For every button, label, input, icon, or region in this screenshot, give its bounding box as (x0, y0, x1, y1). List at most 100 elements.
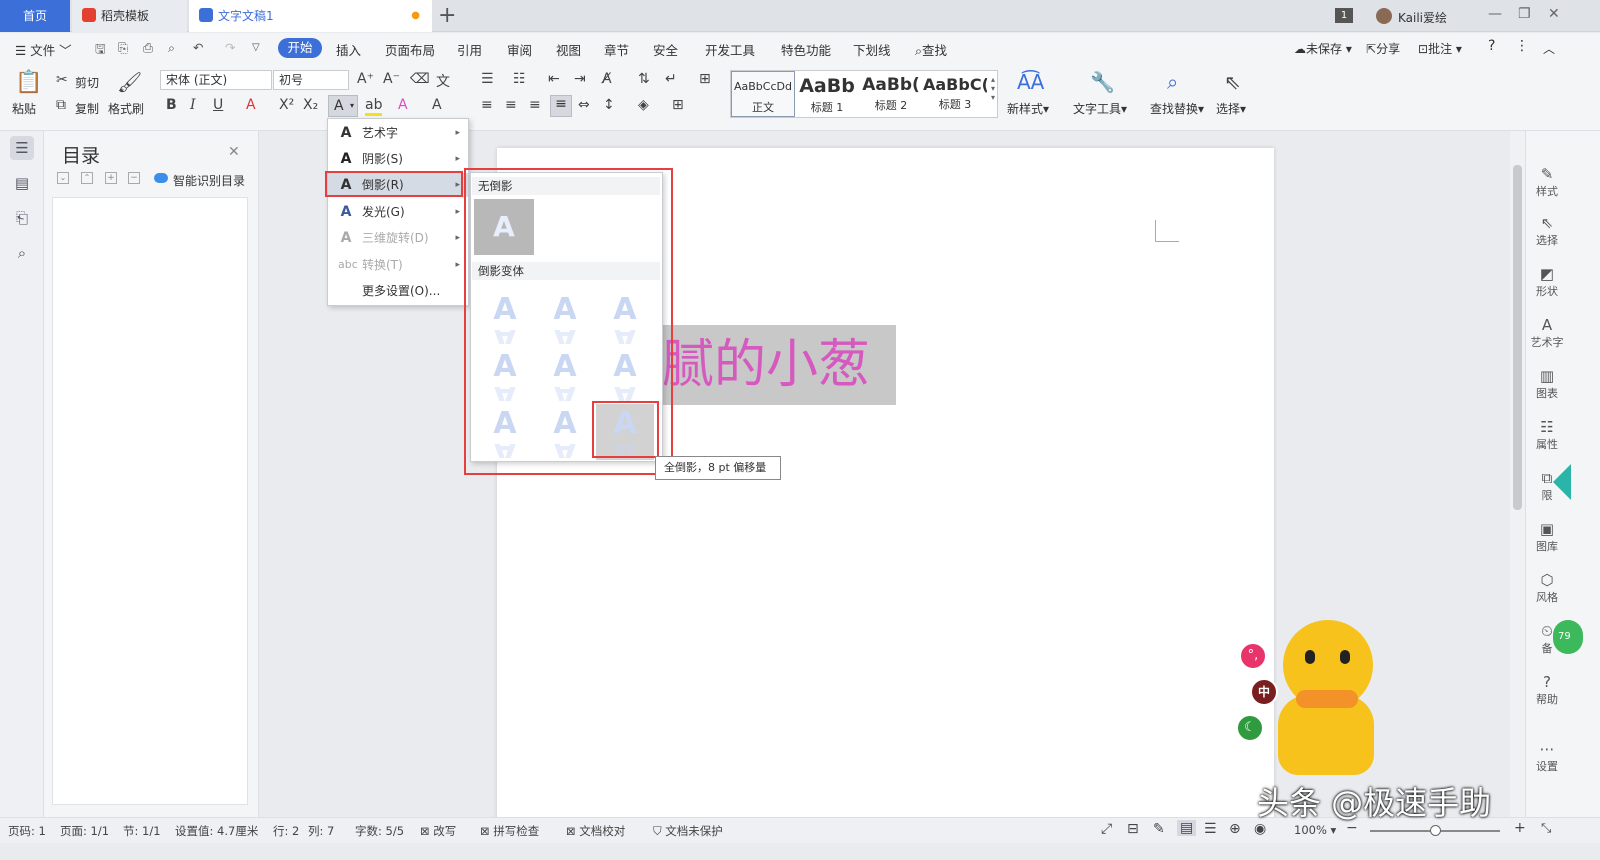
bold-icon[interactable]: B (166, 97, 177, 113)
rail-properties[interactable]: ☷ 属性 (1530, 418, 1564, 452)
collapse-ribbon-icon[interactable]: ︿ (1543, 40, 1555, 57)
fullscreen-icon[interactable]: ⤢ (1101, 821, 1112, 837)
paragraph-shading-icon[interactable]: ◈ (638, 97, 649, 113)
side-flag-icon[interactable] (1553, 464, 1571, 500)
menu-item-wordart[interactable]: A 艺术字 ▸ (328, 121, 468, 145)
copy-button[interactable]: 复制 (75, 100, 99, 117)
status-spellcheck[interactable]: ⊠ 拼写检查 (480, 823, 539, 839)
bookmark-icon[interactable]: ⎗ (10, 206, 34, 230)
print-preview-icon[interactable]: ⌕ (168, 40, 175, 56)
menu-references[interactable]: 引用 (457, 40, 482, 59)
select-button[interactable]: 选择▾ (1216, 100, 1246, 117)
text-effects-button[interactable]: A ▾ (328, 95, 358, 117)
find-replace-button[interactable]: 查找替换▾ (1150, 100, 1204, 117)
font-color-icon[interactable]: A (398, 97, 408, 113)
read-mode-icon[interactable]: ⊟ (1127, 821, 1139, 837)
status-pages[interactable]: 页面: 1/1 (60, 823, 109, 839)
underline-icon[interactable]: U (213, 97, 223, 113)
status-setting[interactable]: 设置值: 4.7厘米 (175, 823, 258, 839)
paste-button[interactable]: 粘贴 (12, 100, 36, 117)
close-icon[interactable]: ✕ (1548, 6, 1560, 22)
menu-page-layout[interactable]: 页面布局 (385, 40, 435, 59)
style-heading2[interactable]: AaBb(标题 2 (859, 71, 923, 117)
status-protection[interactable]: ⛉ 文档未保护 (653, 823, 723, 839)
fit-page-icon[interactable]: ⤡ (1541, 821, 1551, 836)
file-menu[interactable]: ☰ 文件 ﹀ (15, 40, 72, 59)
menu-item-more-settings[interactable]: 更多设置(O)... (328, 279, 468, 303)
menu-item-shadow[interactable]: A 阴影(S) ▸ (328, 147, 468, 171)
borders-icon[interactable]: ⊞ (672, 97, 684, 113)
share-button[interactable]: ⇱分享 (1366, 40, 1400, 57)
style-heading1[interactable]: AaBb 标题 1 (795, 71, 859, 117)
add-heading-icon[interactable]: + (105, 172, 117, 184)
line-spacing-icon[interactable]: ↕ (603, 97, 615, 113)
page-view-icon[interactable]: ▤ (1177, 820, 1197, 836)
zoom-slider-handle[interactable] (1430, 825, 1441, 836)
cut-button[interactable]: 剪切 (75, 74, 99, 91)
undo-icon[interactable]: ↶ (193, 40, 203, 55)
more-icon[interactable]: ⋮ (1515, 38, 1529, 54)
justify-icon[interactable]: ≡ (550, 95, 572, 117)
style-normal[interactable]: AaBbCcDd 正文 (731, 71, 795, 117)
strikethrough-icon[interactable]: A (246, 97, 256, 113)
find-panel-icon[interactable]: ⌕ (10, 241, 34, 265)
align-right-icon[interactable]: ≡ (529, 97, 541, 113)
redo-icon[interactable]: ↷ (225, 40, 235, 55)
minimize-icon[interactable]: — (1488, 6, 1502, 22)
rail-theme[interactable]: ⬡ 风格 (1530, 571, 1564, 605)
selected-text[interactable]: 腻的小葱 (662, 325, 896, 405)
char-shading-icon[interactable]: A (432, 97, 442, 113)
italic-icon[interactable]: I (190, 97, 196, 113)
chinese-layout-icon[interactable]: A̸ (602, 71, 612, 87)
menu-features[interactable]: 特色功能 (781, 40, 831, 59)
comment-button[interactable]: ⊡批注 ▾ (1418, 40, 1462, 57)
new-tab-button[interactable]: + (438, 3, 456, 29)
highlight-icon[interactable]: ab (365, 97, 383, 116)
format-painter-button[interactable]: 格式刷 (108, 100, 144, 117)
bullets-icon[interactable]: ☰ (481, 71, 494, 87)
rail-style[interactable]: ✎ 样式 (1530, 165, 1564, 199)
sort-icon[interactable]: ⇅ (638, 71, 650, 87)
close-icon[interactable]: ✕ (228, 144, 240, 160)
menu-insert[interactable]: 插入 (336, 40, 361, 59)
rail-wordart[interactable]: A 艺术字 (1530, 316, 1564, 350)
align-left-icon[interactable]: ≡ (481, 97, 493, 113)
gallery-scroll-icon[interactable]: ▴ ▾ ▾ (991, 75, 995, 102)
style-heading3[interactable]: AaBbC(标题 3 (923, 71, 987, 117)
chapter-nav-icon[interactable]: ▤ (10, 171, 34, 195)
toc-icon[interactable]: ☰ (10, 136, 34, 160)
menu-chapter[interactable]: 章节 (604, 40, 629, 59)
restore-icon[interactable]: ❐ (1518, 6, 1531, 22)
ime-chinese-mode-icon[interactable]: 中 (1250, 678, 1278, 706)
zoom-level[interactable]: 100% ▾ (1294, 823, 1336, 837)
avatar[interactable] (1376, 8, 1392, 24)
ime-punctuation-icon[interactable]: °, (1239, 642, 1267, 670)
rail-select[interactable]: ⇖ 选择 (1530, 214, 1564, 248)
tab-home[interactable]: 首页 (0, 0, 70, 32)
help-icon[interactable]: ? (1488, 38, 1495, 54)
toc-list[interactable] (52, 197, 248, 805)
window-count-badge[interactable]: 1 (1335, 8, 1353, 23)
font-size-select[interactable]: 初号 (273, 70, 349, 90)
menu-developer[interactable]: 开发工具 (705, 40, 755, 59)
edit-mode-icon[interactable]: ✎ (1153, 821, 1165, 837)
customize-quick-access-icon[interactable]: ▽ (252, 42, 260, 53)
web-view-icon[interactable]: ⊕ (1229, 821, 1241, 837)
username[interactable]: Kaili爱绘 (1398, 9, 1447, 26)
ime-moon-icon[interactable]: ☾ (1236, 714, 1264, 742)
unsaved-status[interactable]: ☁未保存 ▾ (1294, 40, 1352, 57)
status-col[interactable]: 列: 7 (308, 823, 334, 839)
superscript-icon[interactable]: X² (279, 97, 294, 113)
smart-toc-button[interactable]: 智能识别目录 (173, 172, 245, 189)
status-row[interactable]: 行: 2 (273, 823, 299, 839)
distribute-icon[interactable]: ⇔ (578, 97, 590, 113)
status-revise[interactable]: ⊠ 改写 (420, 823, 456, 839)
numbering-icon[interactable]: ☷ (513, 71, 526, 87)
rail-shape[interactable]: ◩ 形状 (1530, 265, 1564, 299)
shrink-font-icon[interactable]: A⁻ (383, 71, 400, 87)
rail-settings[interactable]: ⋯ 设置 (1530, 740, 1564, 774)
status-section[interactable]: 节: 1/1 (123, 823, 161, 839)
status-words[interactable]: 字数: 5/5 (355, 823, 404, 839)
zoom-in-icon[interactable]: + (1514, 820, 1526, 836)
expand-all-icon[interactable]: ⌄ (57, 172, 69, 184)
